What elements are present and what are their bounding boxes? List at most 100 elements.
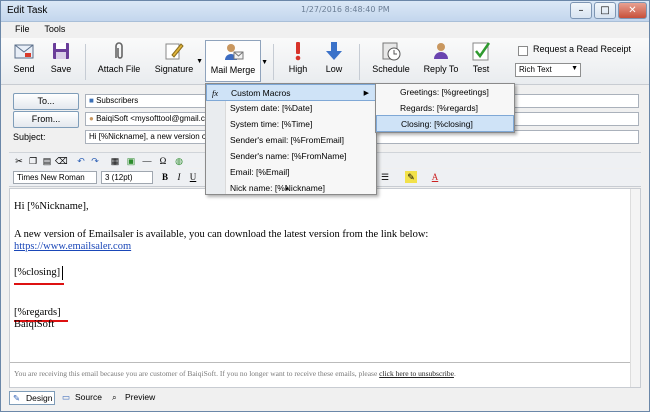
tab-preview[interactable]: ⌕ Preview [109,391,161,405]
mail-merge-button[interactable]: Mail Merge ▼ [205,40,268,82]
clock-icon [382,42,401,61]
submenu-arrow-icon: ▶ [363,90,369,97]
table-icon[interactable]: ▦ [109,155,121,167]
schedule-button[interactable]: Schedule [369,40,413,82]
menu-item-email[interactable]: Email: [%Email] [206,164,290,181]
reply-to-icon [434,43,448,59]
bold-icon[interactable]: B [159,171,171,183]
high-label: High [288,64,308,74]
redo-icon[interactable]: ↷ [89,155,101,167]
underline-icon[interactable]: U [187,171,199,183]
maximize-button[interactable]: □ [594,2,616,19]
format-select[interactable]: Rich Text ▼ [515,63,581,77]
menu-item-sender-name[interactable]: Sender's name: [%FromName] [206,148,346,165]
test-label: Test [472,64,490,74]
low-priority-button[interactable]: Low [319,40,349,82]
signature-button[interactable]: Signature ▼ [149,40,203,82]
footer-post: . [453,369,456,378]
mail-merge-label: Mail Merge [210,65,256,75]
highlight-icon[interactable]: ✎ [405,171,417,183]
high-priority-button[interactable]: High [283,40,313,82]
exclamation-icon [295,42,301,61]
attach-file-button[interactable]: Attach File [95,40,143,82]
title-timestamp: 1/27/2016 8:48:40 PM [301,5,390,14]
window-title: Edit Task [7,5,48,16]
contacts-icon: ■ [89,96,97,105]
edit-task-window: Edit Task 1/27/2016 8:48:40 PM – □ ✕ Fil… [0,0,650,412]
subject-value: Hi [%Nickname], a new version of E [89,132,217,141]
menu-item-greetings[interactable]: Greetings: [%greetings] [376,84,489,101]
copy-icon[interactable]: ❐ [27,155,39,167]
regards-macro: [%regards] [14,307,61,318]
mail-merge-menu: fx Custom Macros ▶ System date: [%Date] … [205,83,377,195]
font-color-icon[interactable]: A [429,171,441,183]
signature-label: Signature [154,64,194,74]
format-select-value: Rich Text [519,65,552,74]
signature-dropdown-icon[interactable]: ▼ [196,58,203,65]
custom-macros-submenu: Greetings: [%greetings] Regards: [%regar… [375,83,515,133]
scrollbar[interactable] [630,189,640,387]
save-button[interactable]: Save [45,40,77,82]
from-button[interactable]: From... [13,111,79,128]
font-size-value: 3 (12pt) [105,173,133,182]
clear-format-icon[interactable]: ⌫ [55,155,68,167]
spellcheck-underline [14,283,64,285]
view-tabs: ✎ Design ▭ Source ⌕ Preview [9,390,309,406]
to-button[interactable]: To... [13,93,79,110]
read-receipt-checkbox[interactable] [518,46,528,56]
mail-merge-icon [225,44,244,60]
send-label: Send [13,64,35,74]
send-button[interactable]: Send [7,40,41,82]
menu-item-custom-macros[interactable]: fx Custom Macros ▶ [206,84,376,101]
menu-more-arrow-icon[interactable]: ▼ [284,187,290,193]
toolbar-separator [85,44,86,80]
font-select[interactable]: Times New Roman [13,171,97,184]
italic-icon[interactable]: I [173,171,185,183]
paperclip-icon [115,42,123,59]
save-icon [53,43,69,59]
undo-icon[interactable]: ↶ [75,155,87,167]
signature-line: BaiqiSoft [14,319,55,330]
message-editor[interactable]: Hi [%Nickname], A new version of Emailsa… [9,188,641,388]
tab-source[interactable]: ▭ Source [59,391,105,405]
custom-macros-label: Custom Macros [231,88,291,98]
menu-item-system-date[interactable]: System date: [%Date] [206,100,312,117]
design-icon: ✎ [13,393,21,403]
paste-icon[interactable]: ▤ [41,155,53,167]
body-line: A new version of Emailsaler is available… [14,229,429,240]
minimize-button[interactable]: – [570,2,592,19]
schedule-label: Schedule [372,64,410,74]
menu-item-closing[interactable]: Closing: [%closing] [376,115,514,132]
footer-divider [10,362,640,363]
menu-file[interactable]: File [9,22,36,36]
list-icon[interactable]: ☰ [379,171,391,183]
menu-item-system-time[interactable]: System time: [%Time] [206,116,312,133]
magnifier-icon: ⌕ [112,392,117,402]
menu-item-sender-email[interactable]: Sender's email: [%FromEmail] [206,132,344,149]
tab-design[interactable]: ✎ Design [9,391,55,405]
unsubscribe-link[interactable]: click here to unsubscribe [379,369,454,378]
menu-tools[interactable]: Tools [38,22,71,36]
image-icon[interactable]: ▣ [125,155,137,167]
from-value: BaiqiSoft <mysofttool@gmail.com> [96,114,221,123]
read-receipt-label: Request a Read Receipt [533,44,632,54]
title-bar: Edit Task 1/27/2016 8:48:40 PM – □ ✕ [1,1,649,22]
close-button[interactable]: ✕ [618,2,647,19]
cut-icon[interactable]: ✂ [13,155,25,167]
low-label: Low [325,64,343,74]
horizontal-line-icon[interactable]: — [141,155,153,167]
download-link[interactable]: https://www.emailsaler.com [14,241,131,252]
signature-icon [165,43,184,60]
send-icon [14,44,34,59]
test-button[interactable]: Test [467,40,495,82]
footer-text: You are receiving this email because you… [14,369,456,378]
mail-merge-dropdown-icon[interactable]: ▼ [261,59,268,66]
reply-to-button[interactable]: Reply To [419,40,463,82]
to-value: Subscribers [96,96,139,105]
menu-bar: File Tools [1,22,649,38]
menu-item-nick-name[interactable]: Nick name: [%Nickname] [206,180,325,197]
globe-icon[interactable]: ◍ [173,155,185,167]
font-size-select[interactable]: 3 (12pt) [101,171,153,184]
toolbar-separator [359,44,360,80]
omega-icon[interactable]: Ω [157,155,169,167]
